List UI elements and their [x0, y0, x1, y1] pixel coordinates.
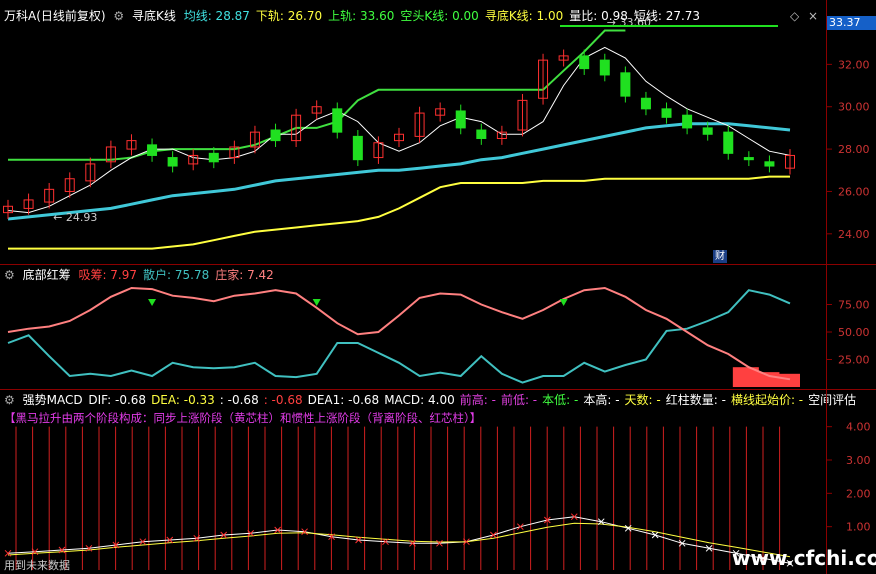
candle-body	[620, 72, 631, 97]
indicator-field: 本低: -	[542, 393, 579, 407]
indicator-name[interactable]: 强势MACD	[23, 393, 83, 407]
candle-body	[332, 108, 343, 133]
indicator-field: 量比: 0.98	[569, 9, 628, 23]
indicator-field: 空头K线: 0.00	[400, 9, 479, 23]
y-tick-label: 75.00	[838, 299, 870, 312]
y-tick-label: 1.00	[846, 521, 871, 534]
y-tick-label: 2.00	[846, 487, 871, 500]
red-chip-header: ⚙ 底部红筹 吸筹: 7.97 散户: 75.78 庄家: 7.42	[4, 268, 284, 282]
candle-body	[640, 97, 651, 110]
y-tick-label: 30.00	[838, 101, 870, 114]
stock-title[interactable]: 万科A(日线前复权)	[4, 9, 106, 23]
indicator-field: : -0.68	[219, 393, 259, 407]
candle-body	[352, 135, 363, 161]
y-tick-label: 24.00	[838, 228, 870, 241]
candle-body	[579, 55, 590, 70]
candle-body	[147, 144, 158, 156]
y-tick-label: 50.00	[838, 326, 870, 339]
indicator-field: DEA1: -0.68	[307, 393, 380, 407]
candle-body	[702, 127, 713, 135]
indicator-field: MACD: 4.00	[384, 393, 455, 407]
indicator-field: 下轨: 26.70	[255, 9, 323, 23]
watermark: www.cfchi.com	[732, 546, 876, 570]
candle-body	[167, 157, 178, 167]
indicator-field: 寻底K线: 1.00	[484, 9, 564, 23]
indicator-fields: 均线: 28.87 下轨: 26.70 上轨: 33.60 空头K线: 0.00 寻底K…	[184, 9, 706, 23]
indicator-field: 前高: -	[459, 393, 496, 407]
red-chip-chart: 75.00 50.00 25.00	[7, 286, 870, 387]
candle-body	[682, 114, 693, 129]
candle-body	[723, 131, 734, 154]
indicator-field: 天数: -	[624, 393, 661, 407]
indicator-fields: DIF: -0.68 DEA: -0.33 : -0.68 : -0.68 DEA1: …	[88, 393, 861, 407]
current-price-tag: 33.37	[827, 16, 876, 30]
indicator-field: 上轨: 33.60	[328, 9, 395, 23]
y-tick-label: 26.00	[838, 185, 870, 198]
candle-body	[455, 110, 466, 129]
strategy-note: 【黑马拉升由两个阶段构成：同步上涨阶段（黄芯柱）和惯性上涨阶段（背离阶段、红芯柱…	[4, 411, 482, 425]
indicator-name[interactable]: 底部红筹	[23, 268, 71, 282]
gear-icon[interactable]: ⚙	[4, 393, 15, 407]
series-line-散户	[7, 289, 791, 384]
candle-body	[743, 157, 754, 161]
dif-marker	[490, 531, 497, 539]
indicator-field: 短线: 27.73	[633, 9, 701, 23]
candle-body	[764, 161, 775, 167]
finance-marker[interactable]: 财	[713, 250, 727, 263]
candle-body	[476, 129, 487, 139]
indicator-field: 前低: -	[500, 393, 538, 407]
price-chart: 32.0030.0028.0026.0024.00← 24.93→ 33.60	[3, 16, 870, 250]
price-panel: 32.00 30.00 28.00 26.00 24.00 ← 24.93 → 33.60 …	[0, 0, 876, 265]
y-tick-label: 32.00	[838, 58, 870, 71]
close-icon[interactable]: ×	[808, 9, 818, 23]
y-tick-label: 4.00	[846, 421, 871, 434]
candle-body	[599, 59, 610, 76]
indicator-field: 散户: 75.78	[143, 268, 210, 282]
indicator-field: 吸筹: 7.97	[78, 268, 138, 282]
series-line-庄家	[7, 286, 791, 381]
series-line-上轨	[8, 29, 626, 161]
accumulation-bar	[774, 373, 800, 387]
future-data-notice: 用到未来数据	[4, 559, 70, 572]
indicator-field: DIF: -0.68	[88, 393, 147, 407]
indicator-field: 均线: 28.87	[183, 9, 250, 23]
y-tick-label: 3.00	[846, 454, 871, 467]
y-tick-label: 25.00	[838, 354, 870, 367]
indicator-field: 横线起始价: -	[730, 393, 804, 407]
candle-body	[661, 108, 672, 118]
indicator-field: 本高: -	[583, 393, 620, 407]
price-panel-header: 万科A(日线前复权) ⚙ 寻底K线 均线: 28.87 下轨: 26.70 上轨: …	[4, 9, 710, 23]
low-annotation: ← 24.93	[53, 211, 97, 224]
indicator-fields: 吸筹: 7.97 散户: 75.78 庄家: 7.42	[78, 268, 279, 282]
indicator-field: : -0.68	[263, 393, 303, 407]
candle-body	[208, 152, 219, 163]
dif-marker	[651, 531, 659, 539]
indicator-field: 庄家: 7.42	[215, 268, 274, 282]
gear-icon[interactable]: ⚙	[4, 268, 15, 282]
indicator-field: 红柱数量: -	[665, 393, 726, 407]
signal-triangle	[559, 299, 568, 306]
red-chip-panel: 75.00 50.00 25.00 ⚙ 底部红筹 吸筹: 7.97 散户: 75.78…	[0, 265, 876, 390]
diamond-icon[interactable]: ◇	[790, 9, 799, 23]
indicator-field: 空间评估	[808, 393, 857, 407]
candle-body	[270, 129, 281, 142]
axis-divider	[826, 0, 827, 574]
macd-header: ⚙ 强势MACD DIF: -0.68 DEA: -0.33 : -0.68 : -0…	[4, 393, 865, 407]
gear-icon[interactable]: ⚙	[113, 9, 124, 23]
y-tick-label: 28.00	[838, 143, 870, 156]
indicator-field: DEA: -0.33	[151, 393, 215, 407]
signal-triangle	[148, 299, 157, 306]
series-line-下轨	[8, 175, 790, 250]
indicator-name[interactable]: 寻底K线	[132, 9, 176, 23]
